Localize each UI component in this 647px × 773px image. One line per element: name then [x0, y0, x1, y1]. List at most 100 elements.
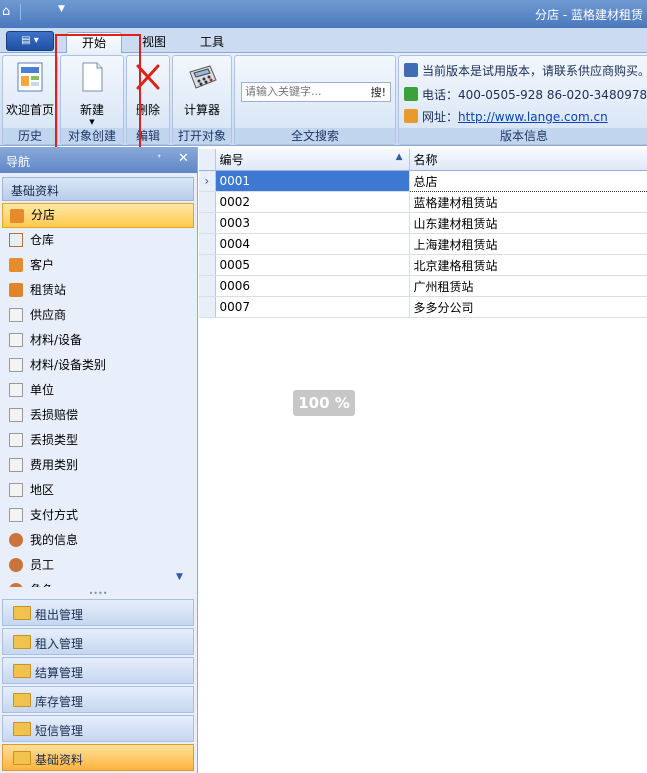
tab-tools[interactable]: 工具 — [196, 32, 228, 52]
nav-item-payment[interactable]: 支付方式 — [2, 503, 194, 528]
nav-item-unit[interactable]: 单位 — [2, 378, 194, 403]
current-row-indicator-icon: › — [199, 170, 216, 192]
nav-item-my-info[interactable]: 我的信息 — [2, 528, 194, 553]
nav-group-rent-in[interactable]: 租入管理 — [2, 628, 194, 655]
nav-group-inventory[interactable]: 库存管理 — [2, 686, 194, 713]
info-icon — [404, 63, 418, 77]
quick-access-dropdown-icon[interactable]: ▼ — [58, 4, 65, 14]
nav-item-branch[interactable]: 分店 — [2, 203, 194, 228]
cell-code[interactable]: 0002 — [215, 191, 410, 213]
cell-name[interactable]: 总店 — [409, 170, 647, 192]
row-indicator — [199, 191, 216, 213]
table-row[interactable]: 0002 蓝格建材租赁站 — [199, 191, 647, 213]
compensation-icon — [9, 408, 23, 422]
nav-item-customer[interactable]: 客户 — [2, 253, 194, 278]
table-row[interactable]: 0004 上海建材租赁站 — [199, 233, 647, 255]
nav-section-header[interactable]: 基础资料 — [2, 177, 194, 201]
nav-group-label: 租入管理 — [35, 637, 84, 651]
nav-item-material[interactable]: 材料/设备 — [2, 328, 194, 353]
nav-item-label: 我的信息 — [30, 533, 79, 547]
group-label-fulltext-search: 全文搜索 — [235, 128, 395, 144]
nav-item-label: 供应商 — [30, 308, 67, 322]
row-indicator — [199, 254, 216, 276]
cell-code[interactable]: 0001 — [215, 170, 410, 192]
search-input[interactable] — [242, 83, 368, 99]
category-icon — [9, 358, 23, 372]
ribbon-group-open-object: 计算器 打开对象 — [172, 55, 232, 145]
nav-item-loss-type[interactable]: 丢损类型 — [2, 428, 194, 453]
website-link[interactable]: http://www.lange.com.cn — [458, 110, 608, 124]
nav-item-fee-category[interactable]: 费用类别 — [2, 453, 194, 478]
column-header-code[interactable]: 编号 ▲ — [215, 149, 410, 171]
table-row[interactable]: 0003 山东建材租赁站 — [199, 212, 647, 234]
calculator-label: 计算器 — [183, 103, 220, 117]
cell-name[interactable]: 上海建材租赁站 — [409, 233, 647, 255]
cell-code[interactable]: 0006 — [215, 275, 410, 297]
nav-item-label: 角色 — [30, 583, 54, 587]
phone-line: 电话：400-0505-928 86-020-34809788 — [404, 86, 647, 103]
nav-item-label: 费用类别 — [30, 458, 79, 472]
table-row[interactable]: › 0001 总店 — [199, 170, 647, 192]
nav-item-list: 分店 仓库 客户 租赁站 供应商 材料/设备 材料/设备类别 单位 丢损赔偿 丢… — [2, 203, 194, 587]
cell-code[interactable]: 0003 — [215, 212, 410, 234]
ribbon-group-history: 欢迎首页 历史 — [2, 55, 58, 145]
nav-item-label: 丢损类型 — [30, 433, 79, 447]
cell-code[interactable]: 0007 — [215, 296, 410, 318]
nav-group-label: 租出管理 — [35, 608, 84, 622]
group-label-open-object: 打开对象 — [173, 128, 231, 144]
table-row[interactable]: 0005 北京建格租赁站 — [199, 254, 647, 276]
nav-item-label: 丢损赔偿 — [30, 408, 79, 422]
cell-name[interactable]: 蓝格建材租赁站 — [409, 191, 647, 213]
scroll-down-icon[interactable]: ▼ — [176, 572, 183, 582]
welcome-home-button[interactable]: 欢迎首页 — [5, 60, 55, 118]
ribbon-group-fulltext-search: 搜! 全文搜索 — [234, 55, 396, 145]
nav-item-role[interactable]: 角色 — [2, 578, 194, 587]
cell-name[interactable]: 山东建材租赁站 — [409, 212, 647, 234]
group-label-version-info: 版本信息 — [399, 128, 647, 144]
website-label: 网址： — [422, 110, 459, 124]
cell-code[interactable]: 0005 — [215, 254, 410, 276]
nav-item-material-category[interactable]: 材料/设备类别 — [2, 353, 194, 378]
nav-item-label: 分店 — [31, 208, 56, 222]
nav-item-region[interactable]: 地区 — [2, 478, 194, 503]
nav-item-rental-station[interactable]: 租赁站 — [2, 278, 194, 303]
nav-item-label: 材料/设备类别 — [30, 358, 107, 372]
ribbon-group-version-info: 当前版本是试用版本，请联系供应商购买。 电话：400-0505-928 86-0… — [398, 55, 647, 145]
nav-group-rent-out[interactable]: 租出管理 — [2, 599, 194, 626]
search-button[interactable]: 搜! — [371, 84, 386, 100]
close-icon[interactable]: ✕ — [178, 151, 189, 166]
cell-code[interactable]: 0004 — [215, 233, 410, 255]
home-icon — [404, 109, 418, 123]
pin-icon[interactable]: ᐩ — [157, 152, 161, 165]
table-row[interactable]: 0006 广州租赁站 — [199, 275, 647, 297]
cell-name[interactable]: 多多分公司 — [409, 296, 647, 318]
nav-item-compensation[interactable]: 丢损赔偿 — [2, 403, 194, 428]
branch-table: 编号 ▲ 名称 › 0001 总店 0002 蓝格建材租赁站 0003 山东建材租赁站 0… — [199, 149, 647, 318]
quick-access-toolbar — [20, 4, 61, 20]
nav-group-sms[interactable]: 短信管理 — [2, 715, 194, 742]
table-row[interactable]: 0007 多多分公司 — [199, 296, 647, 318]
branch-icon — [10, 209, 24, 223]
nav-item-employee[interactable]: 员工 — [2, 553, 194, 578]
cell-name[interactable]: 广州租赁站 — [409, 275, 647, 297]
nav-item-label: 地区 — [30, 483, 55, 497]
app-home-icon[interactable]: ⌂ — [2, 5, 16, 19]
row-indicator — [199, 296, 216, 318]
nav-group-basic-data[interactable]: 基础资料 — [2, 744, 194, 771]
calculator-button[interactable]: 计算器 — [177, 60, 227, 118]
nav-group-label: 短信管理 — [35, 724, 84, 738]
my-info-icon — [9, 533, 23, 547]
website-line: 网址：http://www.lange.com.cn — [404, 108, 608, 125]
folder-icon — [13, 751, 31, 765]
rental-station-icon — [9, 283, 23, 297]
nav-group-settlement[interactable]: 结算管理 — [2, 657, 194, 684]
application-menu-button[interactable]: ▤ ▾ — [6, 31, 54, 51]
nav-item-supplier[interactable]: 供应商 — [2, 303, 194, 328]
nav-splitter[interactable]: •••• — [2, 590, 194, 599]
tab-view[interactable]: 视图 — [136, 32, 172, 52]
column-header-name[interactable]: 名称 — [409, 149, 647, 171]
nav-title: 导航 — [6, 155, 31, 169]
nav-item-warehouse[interactable]: 仓库 — [2, 228, 194, 253]
calculator-icon — [189, 65, 217, 89]
cell-name[interactable]: 北京建格租赁站 — [409, 254, 647, 276]
